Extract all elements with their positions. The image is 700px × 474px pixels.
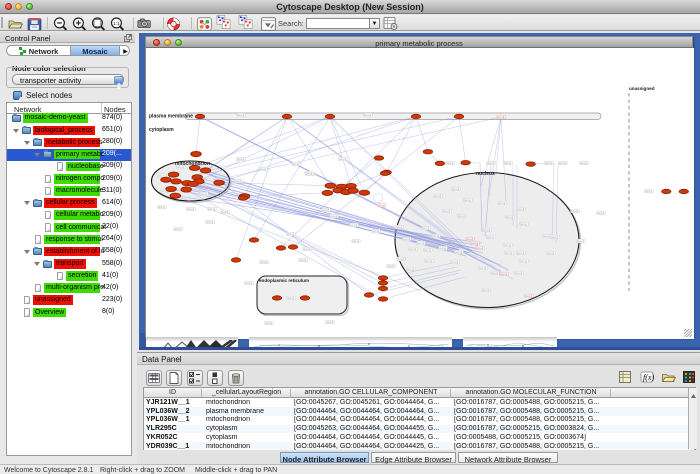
svg-text:[xxx.x]: [xxx.x]	[422, 227, 429, 230]
svg-text:cytoplasm: cytoplasm	[149, 127, 174, 133]
svg-text:[xxx.x]: [xxx.x]	[471, 242, 478, 245]
svg-text:[xxx.x]: [xxx.x]	[517, 252, 524, 255]
svg-text:[xxx.x]: [xxx.x]	[265, 322, 272, 325]
svg-text:[xxx.x]: [xxx.x]	[446, 162, 453, 165]
svg-text:[xxx.x]: [xxx.x]	[476, 247, 483, 250]
svg-text:[xxx.x]: [xxx.x]	[378, 204, 385, 207]
svg-text:[xxx.x]: [xxx.x]	[208, 208, 215, 211]
svg-text:[xxx.x]: [xxx.x]	[158, 206, 165, 209]
svg-text:[xxx.x]: [xxx.x]	[432, 235, 439, 238]
svg-text:[xxx.x]: [xxx.x]	[259, 168, 266, 171]
svg-text:endoplasmic reticulum: endoplasmic reticulum	[259, 278, 309, 283]
svg-text:[xxx.x]: [xxx.x]	[500, 273, 507, 276]
svg-text:[xxx.x]: [xxx.x]	[352, 240, 359, 243]
svg-text:[xxx.x]: [xxx.x]	[407, 268, 414, 271]
svg-text:[xxx.x]: [xxx.x]	[498, 202, 505, 205]
svg-text:[xxx.x]: [xxx.x]	[425, 260, 432, 263]
svg-text:[xxx.x]: [xxx.x]	[483, 229, 490, 232]
svg-text:[xxx.x]: [xxx.x]	[221, 211, 228, 214]
svg-text:[xxx.x]: [xxx.x]	[417, 242, 424, 245]
svg-text:[xxx.x]: [xxx.x]	[455, 251, 462, 254]
svg-text:[xxx.x]: [xxx.x]	[372, 230, 379, 233]
svg-text:[xxx.x]: [xxx.x]	[326, 321, 333, 324]
svg-text:[xxx.x]: [xxx.x]	[299, 259, 306, 262]
svg-text:[xxx.x]: [xxx.x]	[504, 244, 511, 247]
svg-text:[xxx.x]: [xxx.x]	[403, 238, 410, 241]
svg-text:[xxx.x]: [xxx.x]	[487, 162, 494, 165]
svg-text:[xxx.x]: [xxx.x]	[451, 261, 458, 264]
svg-text:[xxx.x]: [xxx.x]	[322, 209, 329, 212]
svg-text:[xxx.x]: [xxx.x]	[397, 258, 404, 261]
svg-text:[xxx.x]: [xxx.x]	[439, 247, 446, 250]
svg-text:[xxx.x]: [xxx.x]	[545, 162, 552, 165]
svg-text:[xxx.x]: [xxx.x]	[559, 162, 566, 165]
svg-text:[xxx.x]: [xxx.x]	[206, 221, 213, 224]
svg-text:[xxx.x]: [xxx.x]	[504, 162, 511, 165]
svg-text:nucleus: nucleus	[476, 171, 495, 177]
svg-text:[xxx.x]: [xxx.x]	[571, 210, 578, 213]
svg-text:[xxx.x]: [xxx.x]	[543, 235, 550, 238]
svg-text:[xxx.x]: [xxx.x]	[305, 172, 312, 175]
svg-text:[xxx.x]: [xxx.x]	[597, 212, 604, 215]
svg-text:[xxx.x]: [xxx.x]	[466, 238, 473, 241]
svg-text:[xxx.x]: [xxx.x]	[517, 208, 524, 211]
svg-text:unassigned: unassigned	[629, 86, 655, 91]
svg-text:[xxx.x]: [xxx.x]	[487, 236, 494, 239]
svg-text:[xxx.x]: [xxx.x]	[434, 195, 441, 198]
svg-text:[xxx.x]: [xxx.x]	[547, 252, 554, 255]
svg-text:[xxx.x]: [xxx.x]	[505, 252, 512, 255]
svg-text:[xxx.x]: [xxx.x]	[187, 208, 194, 211]
svg-text:[xxx.x]: [xxx.x]	[292, 163, 299, 166]
svg-text:[xxx.x]: [xxx.x]	[452, 188, 459, 191]
svg-text:[xxx.x]: [xxx.x]	[443, 210, 450, 213]
svg-text:[xxx.x]: [xxx.x]	[551, 236, 558, 239]
svg-text:[xxx.x]: [xxx.x]	[287, 297, 294, 300]
svg-text:[xxx.x]: [xxx.x]	[580, 162, 587, 165]
svg-text:[xxx.x]: [xxx.x]	[339, 158, 346, 161]
svg-text:[xxx.x]: [xxx.x]	[645, 190, 652, 193]
svg-text:1:1: 1:1	[113, 21, 120, 27]
svg-text:[xxx.x]: [xxx.x]	[491, 272, 498, 275]
svg-text:[xxx.x]: [xxx.x]	[525, 295, 532, 298]
svg-text:[xxx.x]: [xxx.x]	[364, 114, 371, 117]
svg-text:[xxx.x]: [xxx.x]	[458, 215, 465, 218]
svg-text:[xxx.x]: [xxx.x]	[234, 180, 241, 183]
svg-text:f(x): f(x)	[643, 373, 654, 382]
svg-text:[xxx.x]: [xxx.x]	[387, 265, 394, 268]
svg-text:plasma membrane: plasma membrane	[149, 114, 193, 120]
svg-text:[xxx.x]: [xxx.x]	[479, 267, 486, 270]
svg-text:[xxx.x]: [xxx.x]	[515, 272, 522, 275]
svg-text:[xxx.x]: [xxx.x]	[350, 224, 357, 227]
svg-text:[xxx.x]: [xxx.x]	[174, 228, 181, 231]
svg-text:[xxx.x]: [xxx.x]	[245, 282, 252, 285]
svg-text:[xxx.x]: [xxx.x]	[303, 248, 310, 251]
svg-text:[xxx.x]: [xxx.x]	[260, 261, 267, 264]
svg-text:[xxx.x]: [xxx.x]	[497, 116, 504, 119]
svg-text:[xxx.x]: [xxx.x]	[287, 233, 294, 236]
svg-text:[xxx.x]: [xxx.x]	[200, 193, 207, 196]
svg-text:[xxx.x]: [xxx.x]	[237, 158, 244, 161]
svg-text:[xxx.x]: [xxx.x]	[237, 114, 244, 117]
svg-text:[xxx.x]: [xxx.x]	[409, 248, 416, 251]
svg-text:[xxx.x]: [xxx.x]	[482, 289, 489, 292]
svg-text:[xxx.x]: [xxx.x]	[506, 216, 513, 219]
svg-text:[xxx.x]: [xxx.x]	[520, 223, 527, 226]
svg-text:[xxx.x]: [xxx.x]	[424, 249, 431, 252]
svg-text:[xxx.x]: [xxx.x]	[330, 215, 337, 218]
svg-text:[xxx.x]: [xxx.x]	[577, 240, 584, 243]
svg-text:[xxx.x]: [xxx.x]	[520, 260, 527, 263]
svg-text:[xxx.x]: [xxx.x]	[395, 226, 402, 229]
svg-text:[xxx.x]: [xxx.x]	[464, 199, 471, 202]
